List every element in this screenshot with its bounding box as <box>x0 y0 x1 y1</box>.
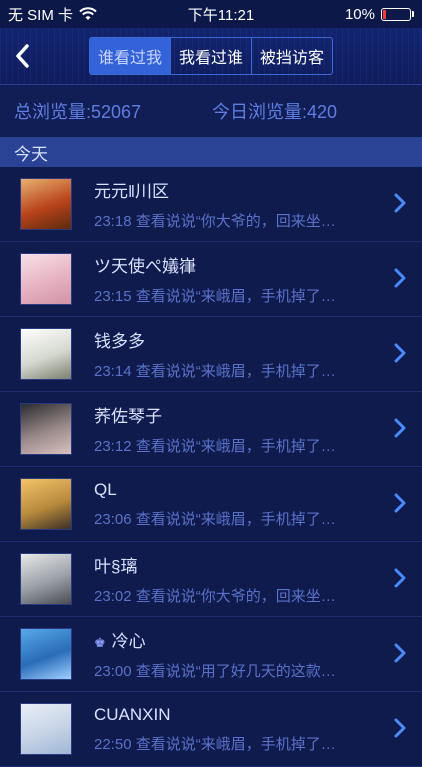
status-right: 10% <box>345 6 414 23</box>
avatar <box>20 703 72 755</box>
visitor-name-text: 钱多多 <box>94 332 145 351</box>
visitor-name: 钱多多 <box>94 327 422 352</box>
chevron-right-icon <box>394 343 406 363</box>
list-item[interactable]: QL 23:06 查看说说“来峨眉，手机掉了… <box>0 467 422 542</box>
item-text: 元元‖川区 23:18 查看说说“你大爷的，回来坐… <box>94 177 422 231</box>
visit-detail: 23:02 查看说说“你大爷的，回来坐… <box>94 588 336 605</box>
visitor-name: 元元‖川区 <box>94 177 422 202</box>
visit-detail: 23:18 查看说说“你大爷的，回来坐… <box>94 213 336 230</box>
carrier-label: 无 SIM 卡 <box>8 6 74 24</box>
visit-detail: 23:14 查看说说“来峨眉，手机掉了… <box>94 363 336 380</box>
visit-detail: 22:50 查看说说“来峨眉，手机掉了… <box>94 735 336 753</box>
visit-detail: 23:00 查看说说“用了好几天的这款… <box>94 663 336 680</box>
chevron-right-icon <box>394 418 406 438</box>
visit-detail: 23:12 查看说说“来峨眉，手机掉了… <box>94 438 336 455</box>
tab-who-viewed-me[interactable]: 谁看过我 <box>89 38 171 74</box>
chevron-right-icon <box>394 493 406 513</box>
nav-bar: 谁看过我 我看过谁 被挡访客 <box>0 28 422 85</box>
visitor-name: QL <box>94 480 422 500</box>
list-item[interactable]: 元元‖川区 23:18 查看说说“你大爷的，回来坐… <box>0 167 422 242</box>
visitor-tabs: 谁看过我 我看过谁 被挡访客 <box>88 37 334 75</box>
item-text: ツ天使ぺ嬟嵂 23:15 查看说说“来峨眉，手机掉了… <box>94 252 422 306</box>
visitor-name-text: 元元‖川区 <box>94 182 170 201</box>
status-left: 无 SIM 卡 <box>8 4 97 25</box>
item-text: 钱多多 23:14 查看说说“来峨眉，手机掉了… <box>94 327 422 381</box>
item-text: ♚ 冷心 23:00 查看说说“用了好几天的这款… <box>94 627 422 681</box>
visit-detail: 23:06 查看说说“来峨眉，手机掉了… <box>94 510 336 528</box>
item-text: CUANXIN 22:50 查看说说“来峨眉，手机掉了… <box>94 705 422 754</box>
tab-blocked-visitors[interactable]: 被挡访客 <box>252 38 332 74</box>
list-item[interactable]: CUANXIN 22:50 查看说说“来峨眉，手机掉了… <box>0 692 422 767</box>
back-button[interactable] <box>10 40 34 72</box>
section-header: 今天 <box>0 137 422 167</box>
visitor-name: 叶§璃 <box>94 552 422 577</box>
chevron-right-icon <box>394 718 406 738</box>
status-bar: 无 SIM 卡 下午11:21 10% <box>0 0 422 28</box>
avatar <box>20 478 72 530</box>
chevron-right-icon <box>394 568 406 588</box>
list-item[interactable]: 荞佐琴子 23:12 查看说说“来峨眉，手机掉了… <box>0 392 422 467</box>
visitor-name-text: 叶§璃 <box>94 557 138 576</box>
section-title: 今天 <box>14 144 48 164</box>
tab-who-i-viewed[interactable]: 我看过谁 <box>171 38 252 74</box>
list-item[interactable]: ♚ 冷心 23:00 查看说说“用了好几天的这款… <box>0 617 422 692</box>
visitor-name: CUANXIN <box>94 705 422 725</box>
battery-percent: 10% <box>344 5 375 23</box>
list-item[interactable]: ツ天使ぺ嬟嵂 23:15 查看说说“来峨眉，手机掉了… <box>0 242 422 317</box>
battery-icon <box>380 7 414 21</box>
stats-bar: 总浏览量:52067 今日浏览量:420 <box>0 85 422 137</box>
wifi-icon <box>79 7 97 20</box>
visitor-name-text: 冷心 <box>111 632 146 651</box>
visitor-name-text: ツ天使ぺ嬟嵂 <box>94 257 196 276</box>
total-views: 总浏览量:52067 <box>14 102 142 122</box>
item-text: 叶§璃 23:02 查看说说“你大爷的，回来坐… <box>94 552 422 606</box>
avatar <box>20 178 72 230</box>
avatar <box>20 553 72 605</box>
visitor-name-text: QL <box>94 479 117 499</box>
visit-detail: 23:15 查看说说“来峨眉，手机掉了… <box>94 288 336 305</box>
list-item[interactable]: 叶§璃 23:02 查看说说“你大爷的，回来坐… <box>0 542 422 617</box>
list-item[interactable]: 钱多多 23:14 查看说说“来峨眉，手机掉了… <box>0 317 422 392</box>
chevron-left-icon <box>16 44 29 68</box>
visitor-name: ♚ 冷心 <box>94 627 422 652</box>
item-text: 荞佐琴子 23:12 查看说说“来峨眉，手机掉了… <box>94 402 422 456</box>
visitor-name-text: CUANXIN <box>94 704 171 724</box>
avatar <box>20 253 72 305</box>
visitor-list: 元元‖川区 23:18 查看说说“你大爷的，回来坐… ツ天使ぺ嬟嵂 23:15 查看说… <box>0 167 422 767</box>
chevron-right-icon <box>394 193 406 213</box>
status-time: 下午11:21 <box>187 6 255 24</box>
today-views: 今日浏览量:420 <box>212 102 338 122</box>
visitor-name: ツ天使ぺ嬟嵂 <box>94 252 422 277</box>
avatar <box>20 328 72 380</box>
avatar <box>20 628 72 680</box>
avatar <box>20 403 72 455</box>
item-text: QL 23:06 查看说说“来峨眉，手机掉了… <box>94 480 422 529</box>
crown-icon: ♚ <box>94 635 106 650</box>
visitor-name: 荞佐琴子 <box>94 402 422 427</box>
visitor-name-text: 荞佐琴子 <box>94 407 162 426</box>
chevron-right-icon <box>394 268 406 288</box>
chevron-right-icon <box>394 643 406 663</box>
